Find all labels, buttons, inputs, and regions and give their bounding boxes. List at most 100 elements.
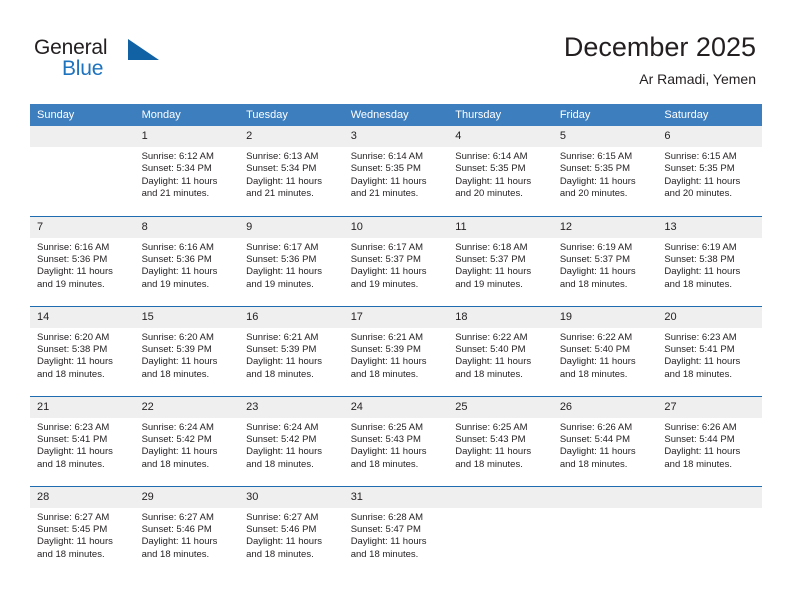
calendar-day-cell[interactable]: 16 Sunrise: 6:21 AM Sunset: 5:39 PM Dayligh… bbox=[239, 305, 344, 396]
sunset-text: Sunset: 5:47 PM bbox=[350, 523, 421, 535]
sunset-text: Sunset: 5:43 PM bbox=[455, 433, 526, 445]
sunset-text: Sunset: 5:36 PM bbox=[37, 253, 108, 265]
calendar-day-cell[interactable]: 22 Sunrise: 6:24 AM Sunset: 5:42 PM Dayligh… bbox=[134, 395, 240, 486]
calendar-day-cell[interactable]: 19 Sunrise: 6:22 AM Sunset: 5:40 PM Dayligh… bbox=[552, 305, 658, 396]
title-block: December 2025 Ar Ramadi, Yemen bbox=[564, 30, 756, 88]
calendar-day-cell[interactable]: 7 Sunrise: 6:16 AM Sunset: 5:36 PM Daylight… bbox=[30, 215, 135, 306]
daylight-text-line1: Daylight: 11 hours bbox=[455, 175, 532, 187]
calendar-day-cell-empty bbox=[552, 485, 658, 576]
sunrise-text: Sunrise: 6:27 AM bbox=[37, 511, 110, 523]
calendar-day-cell[interactable]: 28 Sunrise: 6:27 AM Sunset: 5:45 PM Dayligh… bbox=[30, 485, 135, 576]
daylight-text-line1: Daylight: 11 hours bbox=[350, 175, 427, 187]
daylight-text-line2: and 19 minutes. bbox=[141, 278, 210, 290]
day-number: 24 bbox=[343, 396, 449, 418]
daylight-text-line1: Daylight: 11 hours bbox=[141, 175, 218, 187]
calendar-day-cell[interactable]: 29 Sunrise: 6:27 AM Sunset: 5:46 PM Dayligh… bbox=[134, 485, 240, 576]
daylight-text-line1: Daylight: 11 hours bbox=[664, 266, 741, 278]
day-details: Sunrise: 6:22 AM Sunset: 5:40 PM Daylight:… bbox=[448, 328, 553, 382]
calendar-day-cell[interactable]: 18 Sunrise: 6:22 AM Sunset: 5:40 PM Dayligh… bbox=[448, 305, 553, 396]
page-header: General Blue December 2025 Ar Ramadi, Ye… bbox=[0, 0, 792, 100]
logo-triangle-icon bbox=[128, 39, 159, 60]
general-blue-logo[interactable]: General Blue bbox=[34, 36, 174, 88]
calendar-day-cell[interactable]: 26 Sunrise: 6:26 AM Sunset: 5:44 PM Dayligh… bbox=[552, 395, 658, 486]
calendar-day-cell[interactable]: 30 Sunrise: 6:27 AM Sunset: 5:46 PM Dayligh… bbox=[239, 485, 344, 576]
weekday-header-friday: Friday bbox=[552, 104, 658, 126]
calendar-day-cell[interactable]: 2 Sunrise: 6:13 AM Sunset: 5:34 PM Daylight… bbox=[239, 126, 344, 216]
sunset-text: Sunset: 5:37 PM bbox=[350, 253, 421, 265]
daylight-text-line2: and 21 minutes. bbox=[141, 188, 210, 200]
daylight-text-line2: and 18 minutes. bbox=[455, 368, 523, 380]
sunset-text: Sunset: 5:42 PM bbox=[141, 433, 212, 445]
calendar-day-cell[interactable]: 24 Sunrise: 6:25 AM Sunset: 5:43 PM Dayligh… bbox=[343, 395, 449, 486]
day-number: 18 bbox=[448, 306, 553, 328]
daylight-text-line2: and 18 minutes. bbox=[141, 548, 210, 560]
calendar-day-cell[interactable]: 31 Sunrise: 6:28 AM Sunset: 5:47 PM Dayligh… bbox=[343, 485, 449, 576]
weekday-header-sunday: Sunday bbox=[30, 104, 135, 126]
calendar-day-cell[interactable]: 6 Sunrise: 6:15 AM Sunset: 5:35 PM Daylight… bbox=[657, 126, 762, 216]
daylight-text-line2: and 18 minutes. bbox=[350, 368, 419, 380]
day-number: 13 bbox=[657, 216, 762, 238]
day-number: 23 bbox=[239, 396, 344, 418]
calendar-day-cell[interactable]: 25 Sunrise: 6:25 AM Sunset: 5:43 PM Dayligh… bbox=[448, 395, 553, 486]
location-subtitle: Ar Ramadi, Yemen bbox=[639, 71, 756, 87]
sunset-text: Sunset: 5:45 PM bbox=[37, 523, 108, 535]
calendar-day-cell[interactable]: 27 Sunrise: 6:26 AM Sunset: 5:44 PM Dayligh… bbox=[657, 395, 762, 486]
sunrise-text: Sunrise: 6:26 AM bbox=[664, 421, 737, 433]
sunset-text: Sunset: 5:43 PM bbox=[350, 433, 421, 445]
day-details: Sunrise: 6:24 AM Sunset: 5:42 PM Daylight:… bbox=[135, 418, 240, 472]
weekday-header-wednesday: Wednesday bbox=[343, 104, 449, 126]
calendar-day-cell[interactable]: 13 Sunrise: 6:19 AM Sunset: 5:38 PM Dayligh… bbox=[657, 215, 762, 306]
daylight-text-line2: and 18 minutes. bbox=[37, 458, 105, 470]
calendar-day-cell[interactable]: 21 Sunrise: 6:23 AM Sunset: 5:41 PM Dayligh… bbox=[30, 395, 135, 486]
calendar-day-cell[interactable]: 11 Sunrise: 6:18 AM Sunset: 5:37 PM Dayligh… bbox=[448, 215, 553, 306]
day-number: 5 bbox=[552, 126, 658, 147]
daylight-text-line2: and 18 minutes. bbox=[559, 368, 628, 380]
daylight-text-line1: Daylight: 11 hours bbox=[350, 446, 427, 458]
sunrise-text: Sunrise: 6:18 AM bbox=[455, 241, 528, 253]
page-title: December 2025 bbox=[563, 32, 756, 62]
calendar-day-cell[interactable]: 5 Sunrise: 6:15 AM Sunset: 5:35 PM Daylight… bbox=[552, 126, 658, 216]
calendar-day-cell[interactable]: 14 Sunrise: 6:20 AM Sunset: 5:38 PM Dayligh… bbox=[30, 305, 135, 396]
calendar-day-cell[interactable]: 3 Sunrise: 6:14 AM Sunset: 5:35 PM Daylight… bbox=[343, 126, 449, 216]
day-number: 28 bbox=[30, 486, 135, 508]
sunset-text: Sunset: 5:35 PM bbox=[559, 163, 631, 175]
daylight-text-line2: and 20 minutes. bbox=[664, 188, 732, 200]
day-details: Sunrise: 6:17 AM Sunset: 5:37 PM Daylight:… bbox=[344, 238, 449, 292]
weekday-row: Sunday Monday Tuesday Wednesday Thursday Frid… bbox=[30, 104, 762, 126]
day-details: Sunrise: 6:20 AM Sunset: 5:38 PM Daylight:… bbox=[30, 328, 135, 382]
daylight-text-line1: Daylight: 11 hours bbox=[246, 536, 322, 548]
calendar-day-cell[interactable]: 12 Sunrise: 6:19 AM Sunset: 5:37 PM Dayligh… bbox=[552, 215, 658, 306]
calendar-day-cell[interactable]: 4 Sunrise: 6:14 AM Sunset: 5:35 PM Daylight… bbox=[448, 126, 553, 216]
calendar-day-cell-empty bbox=[657, 485, 762, 576]
daylight-text-line2: and 18 minutes. bbox=[141, 368, 210, 380]
calendar-day-cell[interactable]: 23 Sunrise: 6:24 AM Sunset: 5:42 PM Dayligh… bbox=[239, 395, 344, 486]
daylight-text-line1: Daylight: 11 hours bbox=[455, 446, 532, 458]
daylight-text-line1: Daylight: 11 hours bbox=[37, 446, 113, 458]
day-number: 26 bbox=[552, 396, 658, 418]
calendar-day-cell[interactable]: 9 Sunrise: 6:17 AM Sunset: 5:36 PM Daylight… bbox=[239, 215, 344, 306]
daylight-text-line2: and 18 minutes. bbox=[664, 458, 732, 470]
daylight-text-line2: and 18 minutes. bbox=[559, 278, 628, 290]
calendar-day-cell[interactable]: 15 Sunrise: 6:20 AM Sunset: 5:39 PM Dayligh… bbox=[134, 305, 240, 396]
day-number bbox=[30, 126, 135, 147]
day-number: 10 bbox=[343, 216, 449, 238]
sunrise-text: Sunrise: 6:21 AM bbox=[246, 331, 319, 343]
sunset-text: Sunset: 5:35 PM bbox=[350, 163, 421, 175]
calendar-day-cell[interactable]: 20 Sunrise: 6:23 AM Sunset: 5:41 PM Dayligh… bbox=[657, 305, 762, 396]
calendar-day-cell[interactable]: 17 Sunrise: 6:21 AM Sunset: 5:39 PM Dayligh… bbox=[343, 305, 449, 396]
day-number bbox=[448, 486, 553, 508]
day-number bbox=[657, 486, 762, 508]
sunset-text: Sunset: 5:40 PM bbox=[455, 343, 526, 355]
day-number: 20 bbox=[657, 306, 762, 328]
calendar-day-cell[interactable]: 8 Sunrise: 6:16 AM Sunset: 5:36 PM Daylight… bbox=[134, 215, 240, 306]
daylight-text-line2: and 19 minutes. bbox=[37, 278, 105, 290]
sunset-text: Sunset: 5:36 PM bbox=[141, 253, 212, 265]
day-details: Sunrise: 6:27 AM Sunset: 5:46 PM Daylight:… bbox=[135, 508, 240, 562]
sunrise-text: Sunrise: 6:13 AM bbox=[246, 151, 319, 162]
daylight-text-line2: and 19 minutes. bbox=[455, 278, 523, 290]
day-details: Sunrise: 6:15 AM Sunset: 5:35 PM Daylight:… bbox=[553, 147, 658, 201]
calendar-day-cell[interactable]: 10 Sunrise: 6:17 AM Sunset: 5:37 PM Dayligh… bbox=[343, 215, 449, 306]
daylight-text-line1: Daylight: 11 hours bbox=[664, 175, 741, 187]
day-number: 17 bbox=[343, 306, 449, 328]
calendar-day-cell[interactable]: 1 Sunrise: 6:12 AM Sunset: 5:34 PM Daylight… bbox=[134, 126, 240, 216]
